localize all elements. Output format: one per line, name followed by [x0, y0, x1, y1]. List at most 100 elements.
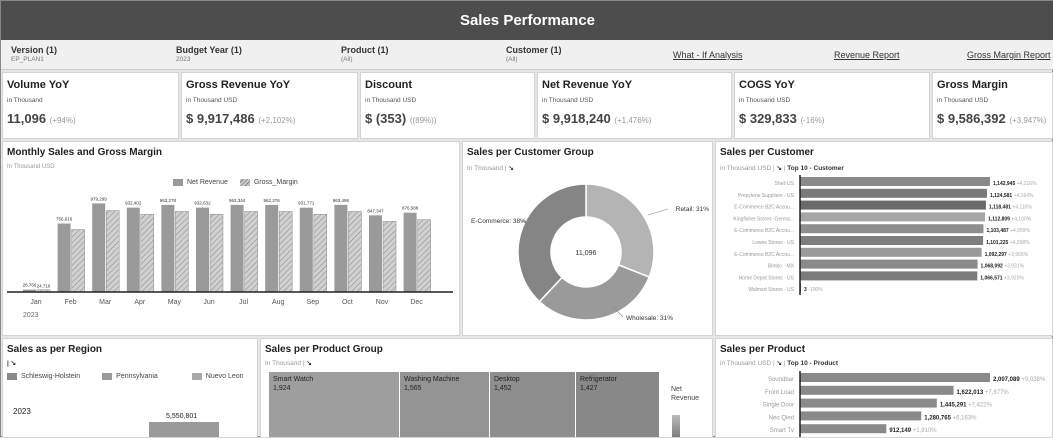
gross-margin-bar	[244, 211, 258, 293]
kpi-value: $ 9,917,486 (+2,102%)	[186, 111, 296, 126]
net-revenue-swatch	[173, 179, 183, 186]
product-group-chart-card[interactable]: Sales per Product Group In Thousand | ↘ …	[260, 338, 713, 438]
x-tick-label: Jan	[30, 299, 41, 306]
data-label: 963,344	[229, 198, 246, 203]
net-revenue-bar	[161, 204, 175, 292]
data-label: 962,376	[264, 198, 281, 203]
drill-icon[interactable]: ↘	[306, 360, 311, 367]
value-bar	[800, 398, 937, 408]
gross-margin-report-link[interactable]: Gross Margin Report	[967, 50, 1051, 60]
category-label: Single Door	[763, 403, 794, 409]
kpi-change: (-16%)	[800, 116, 825, 125]
drill-icon[interactable]: | ↘	[7, 360, 16, 367]
category-label: E-Commerce B2C Accou...	[734, 228, 794, 234]
sales-per-customer-card[interactable]: Sales per Customer in Thousand USD | ↘ |…	[715, 141, 1053, 336]
kpi-discount[interactable]: Discount in Thousand USD $ (353) ((89%))	[360, 72, 535, 139]
filter-value: 2023	[176, 56, 191, 63]
value-bar	[800, 224, 984, 234]
kpi-change: (+94%)	[49, 116, 76, 125]
value-label: 1,280,765 +6,163%	[924, 415, 977, 421]
treemap-legend-gradient	[672, 415, 680, 437]
value-bar	[800, 385, 954, 395]
value-bar	[800, 373, 990, 382]
value-label: 1,112,809 +4,100%	[988, 216, 1032, 222]
net-revenue-bar	[299, 207, 313, 292]
region-chart-card[interactable]: Sales as per Region | ↘ Schleswig-Holste…	[2, 338, 258, 438]
kpi-unit: in Thousand	[7, 97, 43, 104]
kpi-value: $ 9,586,392 (+3,947%)	[937, 111, 1047, 126]
data-label: 847,347	[367, 208, 384, 213]
gross-margin-bar	[348, 211, 362, 293]
legend-item: Pennsylvania	[116, 373, 158, 380]
filter-version[interactable]: Version (1) EP_PLAN1	[11, 45, 57, 65]
treemap-cell[interactable]: Washing Machine 1,565	[400, 372, 490, 437]
category-label: Prepylene Suppliers · US	[738, 193, 795, 199]
treemap-cell[interactable]: Smart Watch 1,924	[269, 372, 400, 437]
filter-label: Product (1)	[341, 45, 389, 55]
kpi-title: Gross Margin	[937, 79, 1008, 91]
filter-customer[interactable]: Customer (1) (All)	[506, 45, 562, 65]
kpi-title: Net Revenue YoY	[542, 79, 633, 91]
value-bar	[800, 236, 984, 245]
category-label: Front Load	[765, 390, 794, 396]
x-tick-label: Nov	[376, 299, 389, 306]
kpi-change: (+3,947%)	[1009, 116, 1047, 125]
monthly-sales-chart-card[interactable]: Monthly Sales and Gross Margin In Thousa…	[2, 141, 460, 336]
value-bar	[800, 259, 978, 269]
data-label: 24,716	[37, 284, 51, 289]
net-revenue-bar	[265, 204, 279, 292]
treemap-cell[interactable]: Refrigerator 1,427	[576, 372, 660, 437]
kpi-net-revenue[interactable]: Net Revenue YoY in Thousand USD $ 9,918,…	[537, 72, 732, 139]
gross-margin-bar	[105, 210, 120, 293]
x-tick-label: Oct	[342, 299, 353, 306]
kpi-cogs[interactable]: COGS YoY in Thousand USD $ 329,833 (-16%…	[734, 72, 930, 139]
chart-toolbar: | ↘	[7, 359, 16, 367]
sales-per-product-card[interactable]: Sales per Product in Thousand USD | ↘ | …	[715, 338, 1053, 438]
what-if-analysis-link[interactable]: What - If Analysis	[673, 50, 743, 60]
net-revenue-bar	[230, 204, 244, 292]
kpi-value: $ 329,833 (-16%)	[739, 111, 825, 126]
value-label: 1,101,225 +4,098%	[986, 240, 1030, 246]
gross-margin-bar	[71, 229, 85, 293]
kpi-unit: in Thousand USD	[186, 97, 238, 104]
filter-label: Customer (1)	[506, 45, 562, 55]
gross-margin-bar	[175, 211, 189, 293]
net-revenue-bar	[57, 223, 71, 292]
category-label: Walmart Stores · US	[748, 287, 794, 293]
value-label: 1,068,092 +3,931%	[981, 264, 1025, 270]
gross-margin-swatch	[239, 179, 250, 186]
chart-unit: In Thousand | ↘	[265, 360, 312, 367]
filter-budget-year[interactable]: Budget Year (1) 2023	[176, 45, 242, 65]
kpi-title: COGS YoY	[739, 79, 795, 91]
data-label: 932,632	[194, 201, 211, 206]
x-tick-label: Dec	[410, 299, 423, 306]
kpi-title: Discount	[365, 79, 413, 91]
kpi-gross-revenue[interactable]: Gross Revenue YoY in Thousand USD $ 9,91…	[181, 72, 358, 139]
value-label: 1,118,481 +4,110%	[989, 205, 1032, 211]
drill-icon[interactable]: ↘	[777, 360, 782, 367]
net-revenue-bar	[92, 203, 106, 292]
customer-group-chart-card[interactable]: Sales per Customer Group In Thousand | ↘…	[462, 141, 713, 336]
drill-icon[interactable]: ↘	[777, 165, 782, 172]
region-bar[interactable]	[149, 422, 219, 437]
x-tick-label: Jun	[203, 299, 214, 306]
revenue-report-link[interactable]: Revenue Report	[834, 50, 900, 60]
kpi-value: $ 9,918,240 (+1,476%)	[542, 111, 652, 126]
gross-margin-bar	[417, 219, 431, 293]
net-revenue-bar	[403, 212, 417, 292]
category-label: Smart Tv	[770, 428, 794, 434]
category-label: Lowes Stores · US	[752, 240, 794, 246]
kpi-gross-margin[interactable]: Gross Margin in Thousand USD $ 9,586,392…	[932, 72, 1053, 139]
kpi-unit: in Thousand USD	[739, 97, 791, 104]
dashboard: Sales Performance Version (1) EP_PLAN1 B…	[0, 0, 1053, 438]
kpi-title: Volume YoY	[7, 79, 70, 91]
kpi-volume[interactable]: Volume YoY in Thousand 11,096 (+94%)	[2, 72, 179, 139]
gross-margin-bar	[140, 213, 155, 293]
monthly-bar-chart: 26,766 Jan 756,616 Feb 979,299 Mar 932,402 Apr 9…	[7, 196, 453, 306]
data-label: 963,278	[160, 198, 177, 203]
year-label: 2023	[23, 312, 39, 319]
slice-label: E-Commerce: 38%	[471, 218, 526, 225]
legend-item: Schleswig-Holstein	[21, 373, 81, 380]
treemap-cell[interactable]: Desktop 1,452	[490, 372, 576, 437]
filter-product[interactable]: Product (1) (All)	[341, 45, 389, 65]
